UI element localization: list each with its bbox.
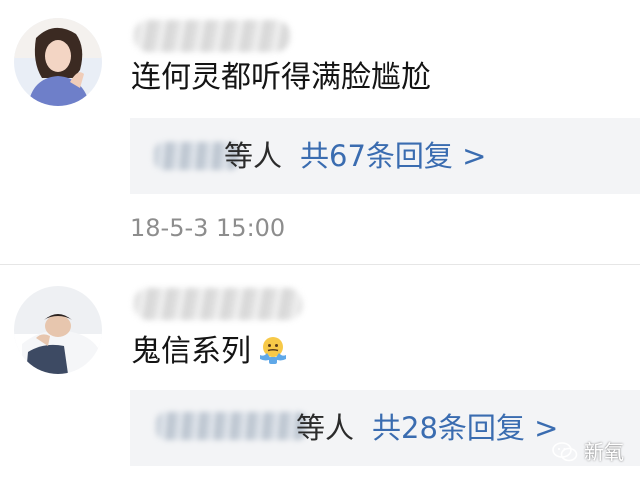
watermark: 新氧 (552, 439, 624, 465)
avatar[interactable] (14, 18, 102, 106)
reply-count-link[interactable]: 共67条回复 > (300, 139, 486, 173)
reply-line: 等人 共67条回复 > (224, 137, 486, 175)
reply-line: 等人 共28条回复 > (296, 409, 558, 447)
comment-text: 鬼信系列 (131, 332, 289, 372)
reply-users-label: 等人 (224, 139, 283, 173)
divider (0, 264, 640, 265)
comment-text-content: 鬼信系列 (131, 334, 251, 369)
timestamp: 18-5-3 15:00 (130, 214, 286, 242)
watermark-text: 新氧 (584, 440, 624, 464)
wechat-icon (552, 442, 578, 462)
reply-users-label: 等人 (296, 411, 355, 445)
avatar[interactable] (14, 286, 102, 374)
reply-summary[interactable]: 等人 共67条回复 > (130, 118, 640, 194)
user-avatar-icon (14, 286, 102, 374)
reply-count-link[interactable]: 共28条回复 > (372, 411, 558, 445)
blurred-username (134, 20, 290, 52)
user-avatar-icon (14, 18, 102, 106)
shrug-emoji-icon (260, 337, 286, 364)
blurred-reply-users (156, 412, 308, 440)
blurred-username (134, 288, 302, 320)
comment-text: 连何灵都听得满脸尴尬 (131, 60, 431, 95)
